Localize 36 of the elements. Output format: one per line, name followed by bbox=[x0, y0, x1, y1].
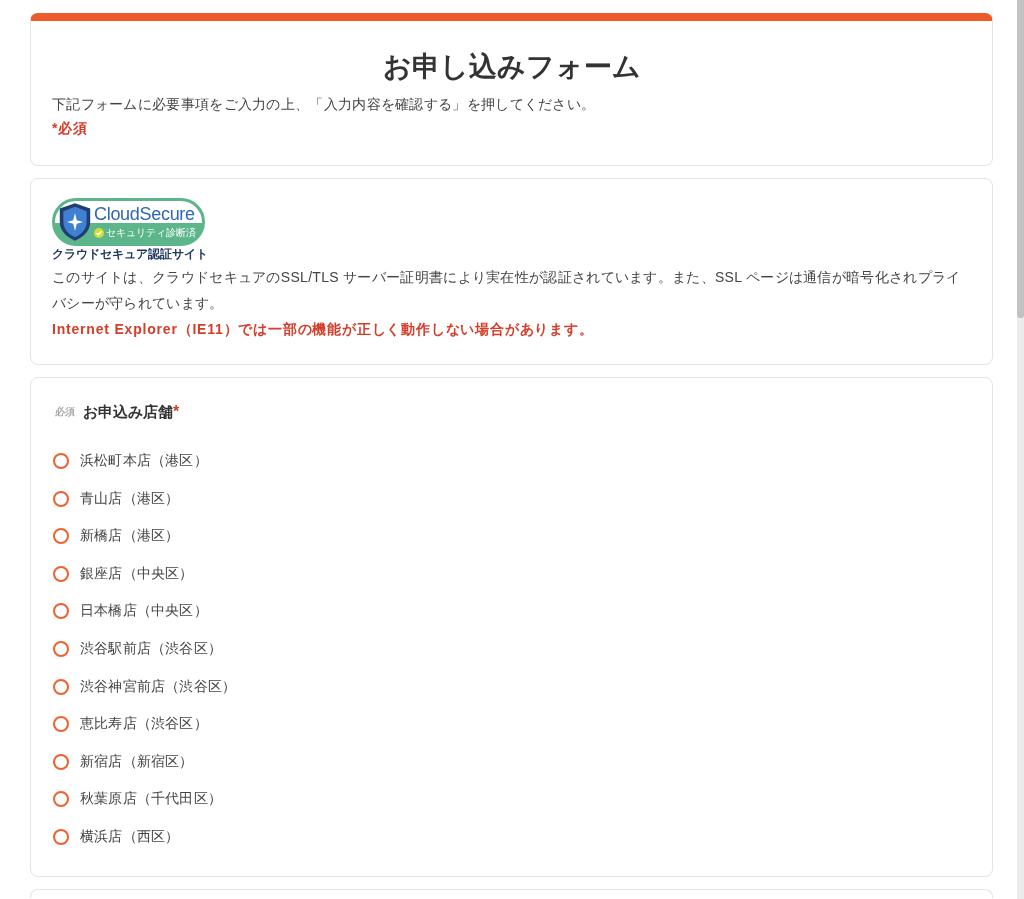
required-note: *必須 bbox=[52, 119, 90, 138]
form-title: お申し込みフォーム bbox=[381, 50, 642, 84]
radio-icon[interactable] bbox=[53, 490, 69, 507]
security-description: このサイトは、クラウドセキュアのSSL/TLS サーバー証明書により実在性が認証されています。また、SSL ページは通信が暗号化されプライバシーが守られています。 bbox=[52, 268, 962, 313]
badge-caption: クラウドセキュア認証サイト bbox=[52, 247, 208, 262]
radio-icon[interactable] bbox=[53, 716, 69, 733]
scrollbar-thumb[interactable] bbox=[1017, 0, 1024, 318]
radio-icon[interactable] bbox=[53, 753, 69, 770]
radio-option[interactable]: 横浜店（西区） bbox=[52, 825, 180, 848]
form-instructions: 下記フォームに必要事項をご入力の上、「入力内容を確認する」を押してください。 bbox=[52, 95, 597, 114]
radio-option[interactable]: 青山店（港区） bbox=[52, 487, 180, 510]
radio-icon[interactable] bbox=[53, 565, 69, 582]
radio-icon[interactable] bbox=[53, 828, 69, 845]
radio-option[interactable]: 銀座店（中央区） bbox=[52, 562, 194, 585]
badge-status: セキュリティ診断済 bbox=[106, 226, 196, 240]
radio-option[interactable]: 渋谷神宮前店（渋谷区） bbox=[52, 675, 237, 698]
radio-icon[interactable] bbox=[53, 603, 69, 620]
radio-option[interactable]: 浜松町本店（港区） bbox=[52, 450, 208, 472]
radio-icon[interactable] bbox=[53, 791, 69, 808]
radio-icon[interactable] bbox=[53, 640, 69, 657]
radio-option[interactable]: 恵比寿店（渋谷区） bbox=[52, 713, 208, 736]
radio-option[interactable]: 新橋店（港区） bbox=[52, 525, 180, 548]
radio-option[interactable]: 新宿店（新宿区） bbox=[52, 750, 194, 773]
shield-icon bbox=[58, 202, 92, 242]
check-icon bbox=[94, 228, 104, 238]
required-tag: 必須 bbox=[55, 405, 75, 419]
field-label: お申込み店舗 bbox=[83, 402, 173, 422]
radio-option[interactable]: 秋葉原店（千代田区） bbox=[52, 788, 222, 811]
radio-icon[interactable] bbox=[53, 528, 69, 545]
radio-icon[interactable] bbox=[53, 678, 69, 695]
badge-brand: CloudSecure bbox=[94, 204, 195, 224]
browser-warning: Internet Explorer（IE11）では一部の機能が正しく動作しない場合があります。 bbox=[52, 320, 595, 339]
required-mark: * bbox=[173, 402, 180, 422]
radio-option[interactable]: 渋谷駅前店（渋谷区） bbox=[52, 637, 222, 660]
radio-icon[interactable] bbox=[53, 453, 69, 469]
radio-option[interactable]: 日本橋店（中央区） bbox=[52, 600, 208, 623]
